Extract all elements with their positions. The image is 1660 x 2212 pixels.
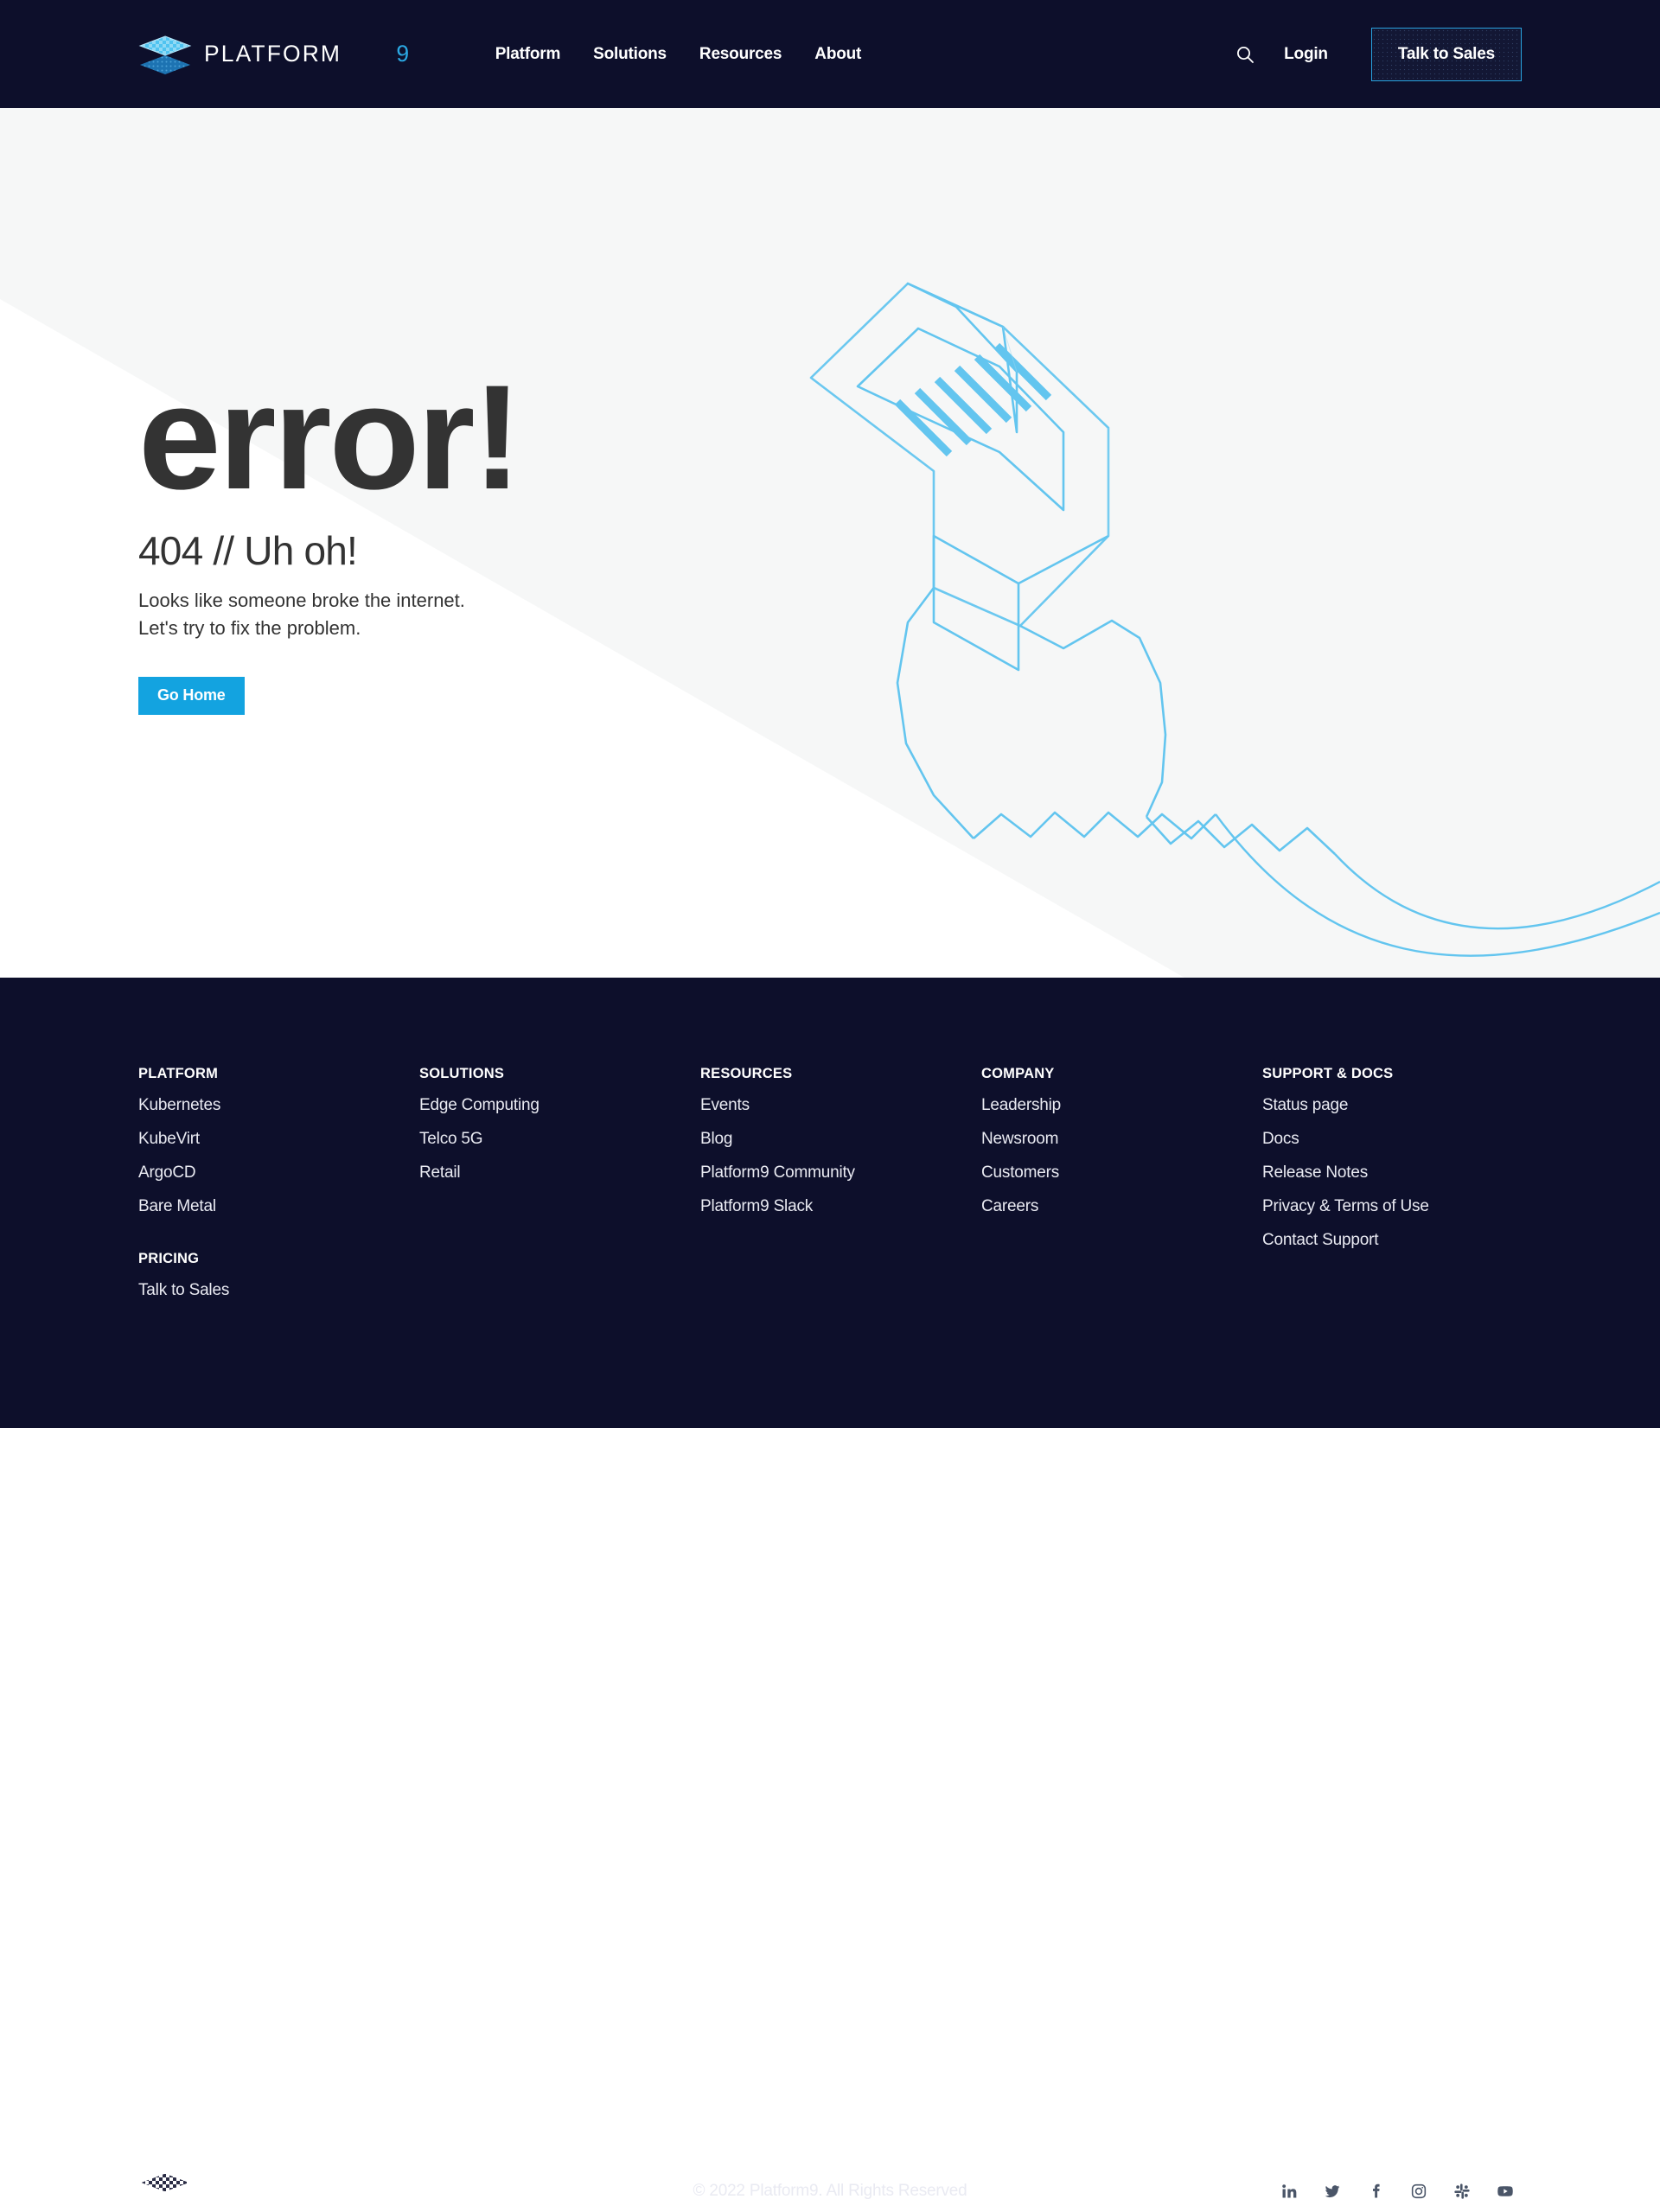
- footer-heading-platform: PLATFORM: [138, 1066, 219, 1081]
- social-link-instagram[interactable]: [1402, 2175, 1435, 2208]
- svg-text:9: 9: [396, 41, 409, 67]
- footer-link-columns: PLATFORM Kubernetes KubeVirt ArgoCD Bare…: [138, 1066, 1522, 1315]
- nav-item-resources[interactable]: Resources: [699, 45, 782, 64]
- go-home-button[interactable]: Go Home: [138, 676, 245, 715]
- error-body-line1: Looks like someone broke the internet.: [138, 589, 465, 611]
- social-link-facebook[interactable]: [1359, 2175, 1392, 2208]
- footer-heading-solutions: SOLUTIONS: [419, 1066, 505, 1081]
- footer-link-events[interactable]: Events: [700, 1096, 981, 1115]
- footer-link-docs[interactable]: Docs: [1262, 1130, 1522, 1149]
- footer-link-customers[interactable]: Customers: [981, 1163, 1262, 1182]
- slack-icon: [1454, 2183, 1470, 2199]
- site-footer: PLATFORM Kubernetes KubeVirt ArgoCD Bare…: [0, 978, 1660, 2211]
- footer-link-status-page[interactable]: Status page: [1262, 1096, 1522, 1115]
- footer-column-support-docs: SUPPORT & DOCS Status page Docs Release …: [1262, 1066, 1522, 1315]
- social-links: [1273, 2175, 1522, 2208]
- social-link-twitter[interactable]: [1316, 2175, 1349, 2208]
- footer-column-solutions: SOLUTIONS Edge Computing Telco 5G Retail: [419, 1066, 700, 1315]
- footer-link-talk-to-sales[interactable]: Talk to Sales: [138, 1281, 419, 1300]
- footer-heading-resources: RESOURCES: [700, 1066, 793, 1081]
- footer-logo[interactable]: PLATFORM9: [138, 2171, 377, 2212]
- social-link-youtube[interactable]: [1489, 2175, 1522, 2208]
- search-button[interactable]: [1232, 41, 1258, 67]
- social-link-slack[interactable]: [1446, 2175, 1478, 2208]
- login-link[interactable]: Login: [1284, 45, 1328, 64]
- footer-link-blog[interactable]: Blog: [700, 1130, 981, 1149]
- linkedin-icon: [1282, 2184, 1297, 2198]
- footer-column-company: COMPANY Leadership Newsroom Customers Ca…: [981, 1066, 1262, 1315]
- instagram-icon: [1411, 2183, 1427, 2199]
- nav-item-about[interactable]: About: [814, 45, 861, 64]
- social-link-linkedin[interactable]: [1273, 2175, 1306, 2208]
- error-title: error!: [138, 354, 522, 520]
- footer-link-bare-metal[interactable]: Bare Metal: [138, 1197, 419, 1216]
- hero-section: error! 404 // Uh oh! Looks like someone …: [0, 108, 1660, 978]
- footer-link-privacy-terms[interactable]: Privacy & Terms of Use: [1262, 1197, 1522, 1216]
- platform9-wordmark: PLATFORM 9: [204, 41, 409, 67]
- talk-to-sales-button[interactable]: Talk to Sales: [1370, 27, 1522, 81]
- footer-link-platform9-community[interactable]: Platform9 Community: [700, 1163, 981, 1182]
- footer-link-careers[interactable]: Careers: [981, 1197, 1262, 1216]
- facebook-icon: [1373, 2183, 1380, 2198]
- svg-text:PLATFORM9: PLATFORM9: [204, 2182, 319, 2201]
- youtube-icon: [1497, 2186, 1513, 2196]
- footer-heading-pricing: PRICING: [138, 1251, 200, 1266]
- site-header: PLATFORM 9 Platform Solutions Resources …: [0, 0, 1660, 108]
- header-logo[interactable]: PLATFORM 9: [138, 34, 433, 75]
- platform9-wordmark-footer: PLATFORM9: [204, 2182, 319, 2201]
- footer-link-leadership[interactable]: Leadership: [981, 1096, 1262, 1115]
- footer-link-kubevirt[interactable]: KubeVirt: [138, 1130, 419, 1149]
- footer-bottom-bar: PLATFORM9 © 2022 Platform9. All Rights R…: [138, 2171, 1522, 2212]
- footer-link-release-notes[interactable]: Release Notes: [1262, 1163, 1522, 1182]
- footer-link-kubernetes[interactable]: Kubernetes: [138, 1096, 419, 1115]
- footer-heading-company: COMPANY: [981, 1066, 1055, 1081]
- primary-nav: Platform Solutions Resources About: [495, 45, 862, 64]
- footer-link-argocd[interactable]: ArgoCD: [138, 1163, 419, 1182]
- platform9-logo-icon-footer: [138, 2172, 192, 2211]
- footer-column-platform: PLATFORM Kubernetes KubeVirt ArgoCD Bare…: [138, 1066, 419, 1315]
- footer-link-retail[interactable]: Retail: [419, 1163, 700, 1182]
- header-actions: Login Talk to Sales: [1232, 27, 1522, 81]
- footer-link-contact-support[interactable]: Contact Support: [1262, 1231, 1522, 1250]
- svg-text:PLATFORM: PLATFORM: [204, 41, 342, 67]
- footer-link-edge-computing[interactable]: Edge Computing: [419, 1096, 700, 1115]
- footer-link-telco-5g[interactable]: Telco 5G: [419, 1130, 700, 1149]
- error-subtitle: 404 // Uh oh!: [138, 528, 358, 574]
- twitter-icon: [1325, 2185, 1340, 2198]
- error-body-line2: Let's try to fix the problem.: [138, 616, 361, 639]
- nav-item-solutions[interactable]: Solutions: [593, 45, 667, 64]
- platform9-logo-icon: [138, 35, 192, 74]
- footer-link-newsroom[interactable]: Newsroom: [981, 1130, 1262, 1149]
- nav-item-platform[interactable]: Platform: [495, 45, 561, 64]
- footer-heading-support-docs: SUPPORT & DOCS: [1262, 1066, 1394, 1081]
- search-icon: [1237, 46, 1255, 63]
- hero-content: error! 404 // Uh oh! Looks like someone …: [138, 354, 522, 715]
- footer-link-platform9-slack[interactable]: Platform9 Slack: [700, 1197, 981, 1216]
- footer-column-resources: RESOURCES Events Blog Platform9 Communit…: [700, 1066, 981, 1315]
